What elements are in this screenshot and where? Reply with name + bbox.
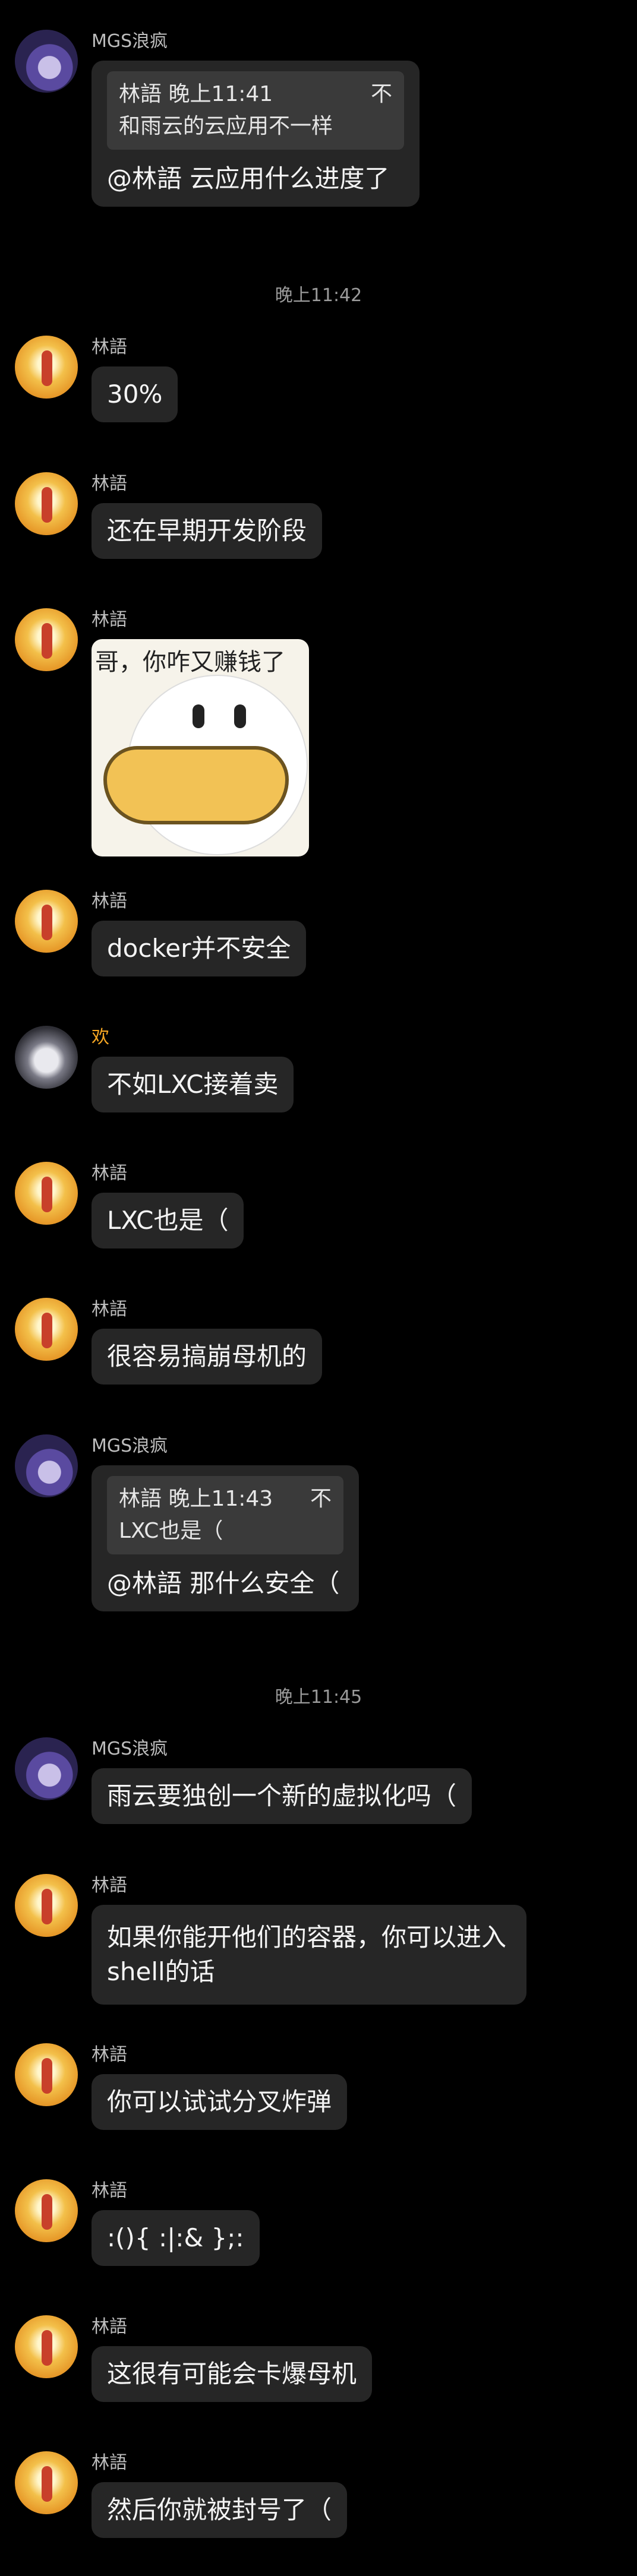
sender-name: 林語 <box>92 2180 127 2201</box>
quote-body: 和雨云的云应用不一样 <box>119 114 333 138</box>
message-text: @林語 那什么安全（ <box>107 1569 340 1598</box>
avatar[interactable] <box>15 2043 78 2106</box>
avatar[interactable] <box>15 30 78 93</box>
avatar[interactable] <box>15 1434 78 1497</box>
avatar[interactable] <box>15 2179 78 2242</box>
sender-name: 林語 <box>92 1163 127 1184</box>
avatar[interactable] <box>15 608 78 671</box>
sticker-image[interactable]: 哥，你咋又赚钱了 <box>92 639 309 856</box>
duck-eye <box>234 704 246 728</box>
timestamp: 晚上11:42 <box>275 285 362 306</box>
message-bubble[interactable]: 如果你能开他们的容器，你可以进入shell的话 <box>92 1905 526 2005</box>
timestamp: 晚上11:45 <box>275 1687 362 1708</box>
sender-name: 林語 <box>92 2044 127 2065</box>
avatar[interactable] <box>15 1162 78 1225</box>
quote-header: 林語 晚上11:41 <box>119 82 273 106</box>
avatar[interactable] <box>15 2315 78 2378</box>
quoted-message[interactable]: 林語 晚上11:41 不 和雨云的云应用不一样 <box>107 71 404 150</box>
message-bubble[interactable]: 然后你就被封号了（ <box>92 2482 348 2538</box>
avatar[interactable] <box>15 1874 78 1937</box>
sender-name: 林語 <box>92 891 127 912</box>
sender-name: MGS浪疯 <box>92 1739 168 1759</box>
message-bubble[interactable]: 很容易搞崩母机的 <box>92 1329 323 1385</box>
sender-name: 林語 <box>92 609 127 630</box>
message-bubble[interactable]: 还在早期开发阶段 <box>92 503 323 559</box>
avatar[interactable] <box>15 2451 78 2514</box>
message-bubble[interactable]: 雨云要独创一个新的虚拟化吗（ <box>92 1768 472 1824</box>
sender-name: 林語 <box>92 1875 127 1896</box>
message-bubble[interactable]: 不如LXC接着卖 <box>92 1057 294 1112</box>
avatar[interactable] <box>15 1737 78 1800</box>
avatar[interactable] <box>15 890 78 953</box>
message-text: @林語 云应用什么进度了 <box>107 164 390 193</box>
sender-name: 欢 <box>92 1027 109 1048</box>
message-bubble[interactable]: 林語 晚上11:43 不 LXC也是（ @林語 那什么安全（ <box>92 1465 359 1611</box>
quote-tail: 不 <box>370 82 392 106</box>
quote-body: LXC也是（ <box>119 1519 223 1543</box>
message-bubble[interactable]: 你可以试试分叉炸弹 <box>92 2074 348 2130</box>
avatar[interactable] <box>15 472 78 535</box>
message-bubble[interactable]: 林語 晚上11:41 不 和雨云的云应用不一样 @林語 云应用什么进度了 <box>92 61 420 207</box>
sender-name: 林語 <box>92 2316 127 2337</box>
sender-name: MGS浪疯 <box>92 1436 168 1456</box>
message-bubble[interactable]: docker并不安全 <box>92 921 307 976</box>
sticker-caption: 哥，你咋又赚钱了 <box>95 649 285 676</box>
duck-bill <box>103 746 289 824</box>
sender-name: MGS浪疯 <box>92 31 168 52</box>
quote-tail: 不 <box>310 1487 332 1511</box>
duck-eye <box>193 704 204 728</box>
quote-header: 林語 晚上11:43 <box>119 1487 273 1511</box>
message-bubble[interactable]: :(){ :|:& };: <box>92 2210 260 2266</box>
message-bubble[interactable]: 30% <box>92 366 178 422</box>
avatar[interactable] <box>15 1298 78 1361</box>
quoted-message[interactable]: 林語 晚上11:43 不 LXC也是（ <box>107 1476 343 1554</box>
sender-name: 林語 <box>92 1299 127 1320</box>
avatar[interactable] <box>15 336 78 399</box>
avatar[interactable] <box>15 1026 78 1089</box>
message-bubble[interactable]: LXC也是（ <box>92 1193 244 1249</box>
sender-name: 林語 <box>92 473 127 494</box>
sender-name: 林語 <box>92 337 127 358</box>
sender-name: 林語 <box>92 2452 127 2473</box>
message-bubble[interactable]: 这很有可能会卡爆母机 <box>92 2346 373 2402</box>
